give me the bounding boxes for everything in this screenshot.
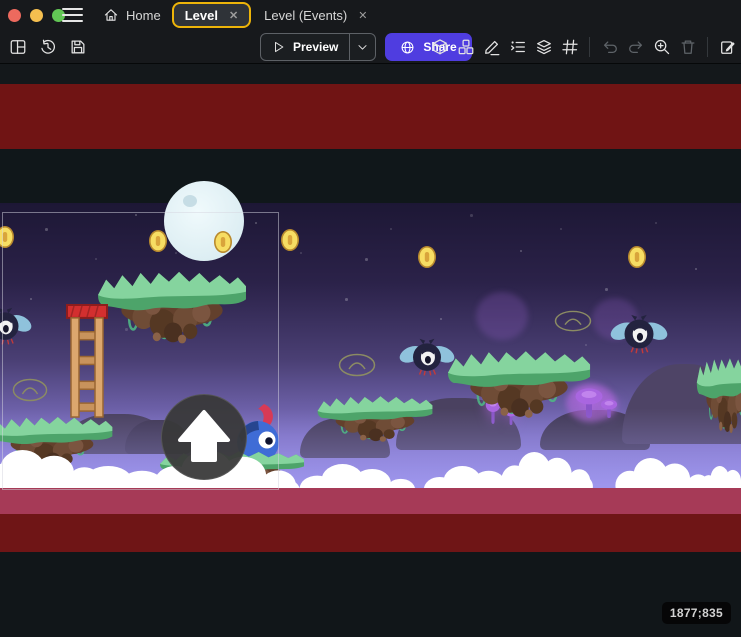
cursor-coordinates-badge: 1877;835 <box>662 602 731 624</box>
floating-island-platform[interactable] <box>316 390 434 446</box>
bat-enemy[interactable] <box>399 336 455 380</box>
tab-label: Level (Events) <box>264 8 347 23</box>
canvas-footer <box>0 552 741 637</box>
edit-scene-properties-button[interactable] <box>717 36 738 57</box>
close-tab-icon[interactable]: ✕ <box>229 9 238 22</box>
redo-button[interactable] <box>625 36 646 57</box>
close-tab-icon[interactable]: ✕ <box>358 9 367 22</box>
ellipse-outline-object[interactable] <box>338 353 376 377</box>
trash-button[interactable] <box>677 36 698 57</box>
home-icon <box>103 7 119 23</box>
edit-pencil-button[interactable] <box>481 36 502 57</box>
tab-label: Home <box>126 8 161 23</box>
object-groups-button[interactable] <box>455 36 476 57</box>
bat-enemy[interactable] <box>610 312 668 358</box>
star <box>345 298 348 301</box>
pink-band[interactable] <box>0 488 741 514</box>
tab-bar: Home Level ✕ Level (Events) ✕ <box>92 0 378 30</box>
toolbar: Preview Share <box>0 30 741 64</box>
toolbar-right-group <box>429 36 738 57</box>
undo-button[interactable] <box>599 36 620 57</box>
save-button[interactable] <box>67 36 88 57</box>
ellipse-outline-object[interactable] <box>554 310 592 332</box>
preview-label: Preview <box>293 40 338 54</box>
play-icon <box>272 40 286 54</box>
preview-button[interactable]: Preview <box>260 33 376 61</box>
floating-island-platform[interactable] <box>696 348 741 440</box>
history-button[interactable] <box>37 36 58 57</box>
canvas-gap-band <box>0 149 741 203</box>
red-lava-band-top[interactable] <box>0 84 741 149</box>
traffic-light-minimize[interactable] <box>30 9 43 22</box>
star <box>390 228 392 230</box>
cloud <box>698 466 741 488</box>
coin[interactable] <box>281 229 299 251</box>
star <box>520 250 522 252</box>
star <box>560 228 562 230</box>
globe-icon <box>400 40 415 55</box>
star <box>365 258 368 261</box>
grid-button[interactable] <box>559 36 580 57</box>
star <box>695 268 697 270</box>
red-lava-band-bottom[interactable] <box>0 514 741 552</box>
toolbar-left-group <box>7 36 88 57</box>
layers-button[interactable] <box>533 36 554 57</box>
chevron-down-icon <box>356 41 369 54</box>
cloud <box>293 464 425 488</box>
hamburger-menu-icon[interactable] <box>62 8 83 22</box>
coin[interactable] <box>418 246 436 268</box>
tab-home[interactable]: Home <box>92 0 172 30</box>
floating-island-platform[interactable] <box>446 342 592 424</box>
preview-dropdown-button[interactable] <box>349 34 375 60</box>
title-bar: Home Level ✕ Level (Events) ✕ <box>0 0 741 30</box>
star <box>300 252 302 254</box>
star <box>605 288 608 291</box>
canvas-gap-band <box>0 63 741 84</box>
toolbar-separator <box>707 37 708 57</box>
instances-list-button[interactable] <box>507 36 528 57</box>
tab-level[interactable]: Level ✕ <box>172 2 251 28</box>
cloud <box>496 452 598 488</box>
coin[interactable] <box>628 246 646 268</box>
zoom-in-button[interactable] <box>651 36 672 57</box>
gdevelop-window: Home Level ✕ Level (Events) ✕ Preview Share <box>0 0 741 637</box>
tab-level-events[interactable]: Level (Events) ✕ <box>253 0 378 30</box>
star <box>655 222 657 224</box>
toolbar-separator <box>589 37 590 57</box>
glow-foliage <box>476 292 528 340</box>
traffic-lights <box>8 9 65 22</box>
objects-cube-button[interactable] <box>429 36 450 57</box>
layout-panels-button[interactable] <box>7 36 28 57</box>
tab-label: Level <box>185 8 218 23</box>
traffic-light-close[interactable] <box>8 9 21 22</box>
star <box>470 214 473 217</box>
star <box>440 318 442 320</box>
camera-bounds-frame <box>2 212 279 490</box>
